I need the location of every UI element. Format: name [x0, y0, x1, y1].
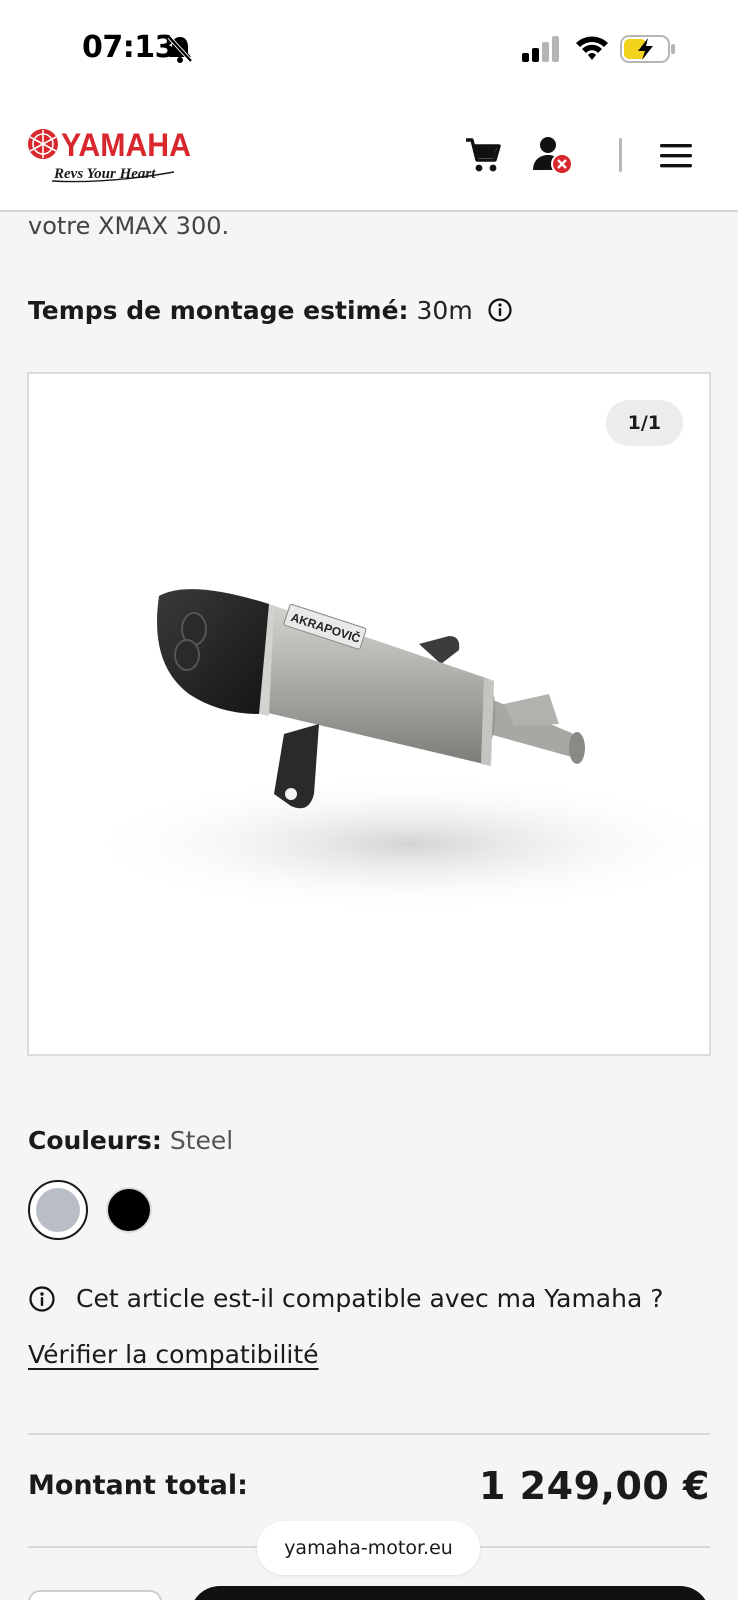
compatibility-question: Cet article est-il compatible avec ma Ya…: [76, 1284, 664, 1313]
exhaust-product-image: AKRAPOVIČ: [79, 589, 709, 914]
account-icon[interactable]: [532, 134, 574, 176]
product-gallery[interactable]: AKRAPOVIČ 1/1: [27, 372, 711, 1056]
total-price: 1 249,00 €: [479, 1464, 710, 1508]
total-label: Montant total:: [28, 1470, 248, 1501]
info-icon: [29, 1285, 55, 1312]
browser-url-bar[interactable]: yamaha-motor.eu: [257, 1521, 480, 1575]
info-icon[interactable]: [487, 297, 513, 323]
colors-label-key: Couleurs:: [28, 1126, 162, 1155]
add-to-cart-button[interactable]: [190, 1586, 710, 1600]
quantity-selector[interactable]: [28, 1590, 162, 1600]
selected-color-name: Steel: [169, 1126, 234, 1155]
battery-charging-icon: [620, 35, 675, 63]
header-divider: [619, 138, 622, 172]
svg-text:Revs Your Heart: Revs Your Heart: [53, 166, 156, 182]
menu-icon[interactable]: [659, 142, 693, 170]
color-swatch-black[interactable]: [106, 1187, 152, 1233]
colors-label: Couleurs: Steel: [28, 1126, 233, 1155]
divider: [28, 1433, 710, 1435]
check-compatibility-link[interactable]: Vérifier la compatibilité: [28, 1340, 319, 1369]
mount-time-value: 30m: [416, 295, 473, 325]
signal-icon: [522, 36, 559, 62]
status-time: 07:13: [82, 30, 176, 65]
site-header: YAMAHA Revs Your Heart: [0, 100, 738, 212]
wifi-icon: [576, 36, 608, 60]
color-swatch-steel[interactable]: [28, 1180, 88, 1240]
svg-text:YAMAHA: YAMAHA: [61, 127, 191, 163]
compatibility-row: Cet article est-il compatible avec ma Ya…: [28, 1284, 664, 1313]
gallery-counter: 1/1: [605, 400, 683, 446]
bell-muted-icon: [167, 35, 193, 63]
mount-time-row: Temps de montage estimé: 30m: [28, 292, 513, 328]
cart-icon[interactable]: [464, 136, 502, 174]
status-bar: 07:13: [0, 0, 738, 100]
product-description-tail: votre XMAX 300.: [28, 212, 230, 240]
yamaha-logo[interactable]: YAMAHA Revs Your Heart: [26, 126, 196, 188]
mount-time-label: Temps de montage estimé:: [28, 295, 409, 325]
